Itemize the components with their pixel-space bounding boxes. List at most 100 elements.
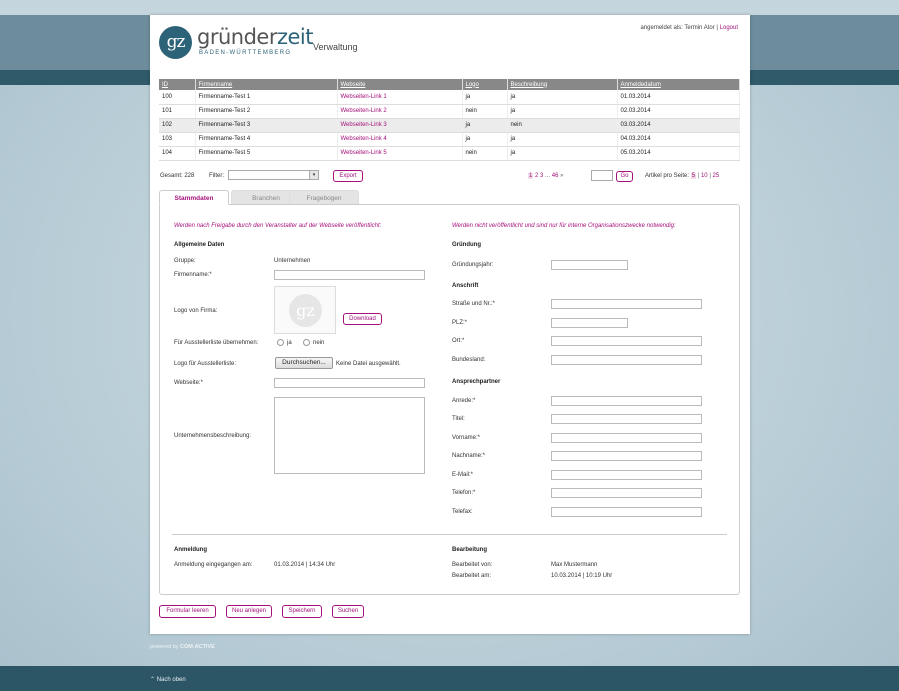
pagination: 1 2 3 ... 46 » xyxy=(528,173,563,179)
cell-website-link[interactable]: Webseiten-Link 4 xyxy=(337,132,463,147)
group-value: Unternehmen xyxy=(274,258,311,264)
email-label: E-Mail:* xyxy=(452,472,474,478)
powered-by: powered by COM-ACTIVE xyxy=(150,644,215,650)
cell-logo: nein xyxy=(462,146,508,161)
items-per-page: Artikel pro Seite: 5 | 10 | 25 xyxy=(645,173,720,179)
logo[interactable]: gz gründerzeit BADEN-WÜRTTEMBERG xyxy=(159,25,314,61)
filter-select[interactable]: ▾ xyxy=(228,170,319,180)
download-button[interactable]: Download xyxy=(343,313,382,325)
column-header-id[interactable]: ID xyxy=(159,79,196,90)
logout-link[interactable]: Logout xyxy=(720,25,738,31)
email-input[interactable] xyxy=(551,470,702,480)
radio-yes[interactable] xyxy=(277,339,284,346)
lastname-label: Nachname:* xyxy=(452,453,486,459)
no-file-text: Keine Datei ausgewählt. xyxy=(336,361,401,367)
website-label: Webseite:* xyxy=(174,380,203,386)
cell-website-link[interactable]: Webseiten-Link 2 xyxy=(337,104,463,119)
website-input[interactable] xyxy=(274,378,425,388)
table-row[interactable]: 100 Firmenname-Test 1 Webseiten-Link 1 j… xyxy=(159,90,740,105)
table-row[interactable]: 102 Firmenname-Test 3 Webseiten-Link 3 j… xyxy=(159,118,740,133)
table-row[interactable]: 101 Firmenname-Test 2 Webseiten-Link 2 n… xyxy=(159,104,740,119)
firstname-label: Vorname:* xyxy=(452,435,481,441)
exhibitor-logo-label: Logo für Ausstellerliste: xyxy=(174,361,237,367)
save-button[interactable]: Speichern xyxy=(282,605,322,618)
browse-button[interactable]: Durchsuchen... xyxy=(275,357,333,369)
form-panel: Werden nach Freigabe durch den Veranstal… xyxy=(159,204,740,595)
cell-website-link[interactable]: Webseiten-Link 3 xyxy=(337,118,463,133)
section-title: Verwaltung xyxy=(313,42,358,52)
founding-year-input[interactable] xyxy=(551,260,628,270)
description-textarea[interactable] xyxy=(274,397,425,474)
new-entry-button[interactable]: Neu anlegen xyxy=(226,605,272,618)
arrow-up-icon: ⌃ xyxy=(150,677,156,683)
column-header-description[interactable]: Beschreibung xyxy=(507,79,618,90)
city-label: Ort:* xyxy=(452,338,465,344)
founding-heading: Gründung xyxy=(452,242,481,248)
export-button[interactable]: Export xyxy=(333,170,363,182)
company-name-input[interactable] xyxy=(274,270,425,280)
per-page-option[interactable]: 25 xyxy=(713,173,720,179)
footer-band xyxy=(0,666,899,691)
filter-label: Filter: xyxy=(209,173,224,179)
cell-id: 104 xyxy=(159,146,196,161)
table-row[interactable]: 103 Firmenname-Test 4 Webseiten-Link 4 j… xyxy=(159,132,740,147)
cell-name: Firmenname-Test 5 xyxy=(195,146,338,161)
user-status: angemeldet als: Termin Ator | Logout xyxy=(640,25,738,31)
per-page-option-current[interactable]: 5 xyxy=(690,173,697,179)
cell-date: 04.03.2014 xyxy=(617,132,740,147)
zip-input[interactable] xyxy=(551,318,628,328)
received-label: Anmeldung eingegangen am: xyxy=(174,562,253,568)
state-input[interactable] xyxy=(551,355,702,365)
per-page-option[interactable]: 10 xyxy=(701,173,708,179)
page-link[interactable]: 2 xyxy=(535,173,538,179)
exhibitor-list-label: Für Ausstellerliste übernehmen: xyxy=(174,340,259,346)
company-link[interactable]: COM-ACTIVE xyxy=(180,644,215,650)
cell-date: 02.03.2014 xyxy=(617,104,740,119)
back-to-top-label: Nach oben xyxy=(156,677,186,683)
tab-stammdaten[interactable]: Stammdaten xyxy=(159,190,229,205)
cell-description: ja xyxy=(507,104,618,119)
dropdown-arrow-icon[interactable]: ▾ xyxy=(309,171,318,179)
page-link-current[interactable]: 1 xyxy=(528,173,534,179)
cell-website-link[interactable]: Webseiten-Link 1 xyxy=(337,90,463,105)
cell-logo: ja xyxy=(462,90,508,105)
cell-logo: ja xyxy=(462,118,508,133)
edited-at-value: 10.03.2014 | 10:19 Uhr xyxy=(551,573,613,579)
cell-date: 05.03.2014 xyxy=(617,146,740,161)
column-header-logo[interactable]: Logo xyxy=(462,79,508,90)
search-button[interactable]: Suchen xyxy=(332,605,364,618)
registration-heading: Anmeldung xyxy=(174,547,207,553)
cell-id: 101 xyxy=(159,104,196,119)
table-row[interactable]: 104 Firmenname-Test 5 Webseiten-Link 5 n… xyxy=(159,146,740,161)
reset-form-button[interactable]: Formular leeren xyxy=(159,605,216,618)
street-input[interactable] xyxy=(551,299,702,309)
go-button[interactable]: Go xyxy=(616,171,633,182)
column-header-date[interactable]: Anmeldedatum xyxy=(617,79,740,90)
table-header: ID Firmenname Webseite Logo Beschreibung… xyxy=(159,79,740,90)
tab-fragebogen[interactable]: Fragebogen xyxy=(289,190,359,205)
address-heading: Anschrift xyxy=(452,283,479,289)
title-input[interactable] xyxy=(551,414,702,424)
phone-input[interactable] xyxy=(551,488,702,498)
back-to-top-link[interactable]: ⌃ Nach oben xyxy=(150,676,186,683)
description-label: Unternehmensbeschreibung: xyxy=(174,433,252,439)
fax-input[interactable] xyxy=(551,507,702,517)
city-input[interactable] xyxy=(551,336,702,346)
firstname-input[interactable] xyxy=(551,433,702,443)
salutation-input[interactable] xyxy=(551,396,702,406)
cell-name: Firmenname-Test 3 xyxy=(195,118,338,133)
salutation-label: Anrede:* xyxy=(452,398,476,404)
column-header-website[interactable]: Webseite xyxy=(337,79,463,90)
next-page-icon[interactable]: » xyxy=(560,173,563,179)
radio-no[interactable] xyxy=(303,339,310,346)
page-link[interactable]: 46 xyxy=(552,173,559,179)
page-number-input[interactable] xyxy=(591,170,613,181)
cell-description: ja xyxy=(507,132,618,147)
column-header-name[interactable]: Firmenname xyxy=(195,79,338,90)
page-link[interactable]: 3 xyxy=(540,173,543,179)
founding-year-label: Gründungsjahr: xyxy=(452,262,494,268)
contact-heading: Ansprechpartner xyxy=(452,379,501,385)
per-page-label: Artikel pro Seite: xyxy=(645,173,690,179)
lastname-input[interactable] xyxy=(551,451,702,461)
cell-website-link[interactable]: Webseiten-Link 5 xyxy=(337,146,463,161)
